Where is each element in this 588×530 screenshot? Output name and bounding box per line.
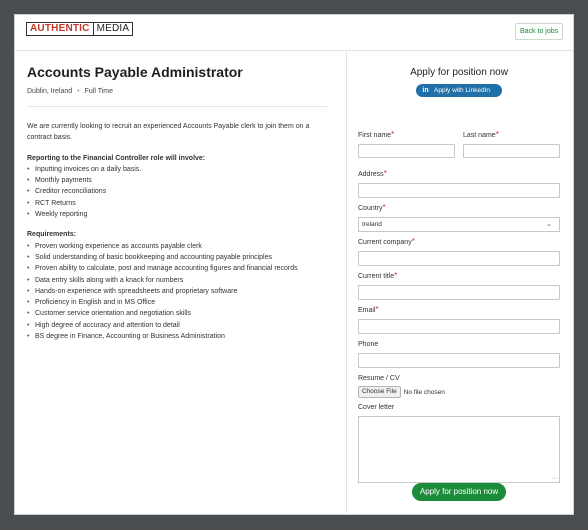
linkedin-button-label: Apply with LinkedIn xyxy=(434,87,491,94)
required-mark: * xyxy=(391,130,395,139)
last-name-group: Last name* xyxy=(463,130,560,158)
back-to-jobs-button[interactable]: Back to jobs xyxy=(515,23,564,40)
meta-separator: • xyxy=(77,88,80,95)
divider-line xyxy=(27,106,327,107)
choose-file-button[interactable]: Choose File xyxy=(358,386,401,398)
list-item: BS degree in Finance, Accounting or Busi… xyxy=(27,331,327,343)
required-mark: * xyxy=(382,203,386,212)
list-item: Data entry skills along with a knack for… xyxy=(27,275,327,287)
list-item: Inputting invoices on a daily basis. xyxy=(27,164,327,176)
apply-submit-button[interactable]: Apply for position now xyxy=(412,483,506,501)
job-description: Accounts Payable Administrator Dublin, I… xyxy=(27,63,327,343)
logo-part-media: MEDIA xyxy=(92,23,133,35)
current-title-label: Current title xyxy=(358,273,395,280)
requirements-heading: Requirements: xyxy=(27,231,77,239)
site-header: AUTHENTIC MEDIA Back to jobs xyxy=(15,15,573,51)
country-selected-value: Ireland xyxy=(362,221,382,228)
list-item: RCT Returns xyxy=(27,198,327,210)
list-item: High degree of accuracy and attention to… xyxy=(27,320,327,332)
first-name-input[interactable] xyxy=(358,144,455,158)
linkedin-icon: in xyxy=(422,87,429,94)
cover-letter-textarea[interactable]: ⋯ xyxy=(358,416,560,483)
requirements-list: Proven working experience as accounts pa… xyxy=(27,241,327,343)
page-frame: AUTHENTIC MEDIA Back to jobs Accounts Pa… xyxy=(14,14,574,515)
job-location: Dublin, Ireland xyxy=(27,88,73,95)
required-mark: * xyxy=(495,130,499,139)
apply-with-linkedin-button[interactable]: in Apply with LinkedIn xyxy=(416,84,502,97)
duties-list: Inputting invoices on a daily basis. Mon… xyxy=(27,164,327,221)
job-meta: Dublin, Ireland • Full Time xyxy=(27,87,327,96)
required-mark: * xyxy=(375,305,379,314)
no-file-chosen-text: No file chosen xyxy=(403,388,445,396)
resume-file-picker: Choose File No file chosen xyxy=(358,386,560,398)
country-select[interactable]: Ireland ⌄ xyxy=(358,217,560,232)
current-title-input[interactable] xyxy=(358,285,560,300)
list-item: Hands-on experience with spreadsheets an… xyxy=(27,286,327,298)
last-name-input[interactable] xyxy=(463,144,560,158)
first-name-group: First name* xyxy=(358,130,455,158)
cover-letter-group: Cover letter ⋯ xyxy=(358,403,560,483)
list-item: Proven ability to calculate, post and ma… xyxy=(27,263,327,275)
list-item: Customer service orientation and negotia… xyxy=(27,308,327,320)
job-type: Full Time xyxy=(84,88,113,95)
last-name-label: Last name xyxy=(463,132,496,139)
resume-label: Resume / CV xyxy=(358,375,400,382)
country-group: Country* Ireland ⌄ xyxy=(358,203,560,232)
email-label: Email xyxy=(358,307,376,314)
current-title-group: Current title* xyxy=(358,271,560,300)
cover-letter-label: Cover letter xyxy=(358,404,395,411)
job-intro: We are currently looking to recruit an e… xyxy=(27,123,310,142)
required-mark: * xyxy=(383,169,387,178)
first-name-label: First name xyxy=(358,132,392,139)
phone-label: Phone xyxy=(358,341,379,348)
required-mark: * xyxy=(411,237,415,246)
required-mark: * xyxy=(394,271,398,280)
address-group: Address* xyxy=(358,169,560,198)
form-title: Apply for position now xyxy=(410,67,508,78)
list-item: Creditor reconciliations xyxy=(27,186,327,198)
address-label: Address xyxy=(358,171,384,178)
current-company-group: Current company* xyxy=(358,237,560,266)
phone-input[interactable] xyxy=(358,353,560,368)
email-group: Email* xyxy=(358,305,560,334)
application-form: Apply for position now in Apply with Lin… xyxy=(358,63,560,483)
phone-group: Phone xyxy=(358,340,560,368)
current-company-label: Current company xyxy=(358,239,412,246)
logo-part-authentic: AUTHENTIC xyxy=(27,23,93,35)
email-input[interactable] xyxy=(358,319,560,334)
resume-group: Resume / CV Choose File No file chosen xyxy=(358,374,560,398)
country-label: Country xyxy=(358,205,383,212)
column-divider xyxy=(346,50,347,515)
chevron-down-icon: ⌄ xyxy=(546,221,552,228)
address-input[interactable] xyxy=(358,183,560,198)
list-item: Weekly reporting xyxy=(27,209,327,221)
job-title: Accounts Payable Administrator xyxy=(27,64,243,80)
list-item: Solid understanding of basic bookkeeping… xyxy=(27,252,327,264)
company-logo[interactable]: AUTHENTIC MEDIA xyxy=(26,22,134,36)
list-item: Monthly payments xyxy=(27,175,327,187)
reporting-heading: Reporting to the Financial Controller ro… xyxy=(27,154,206,162)
list-item: Proven working experience as accounts pa… xyxy=(27,241,327,253)
resize-handle-icon[interactable]: ⋯ xyxy=(552,475,558,482)
list-item: Proficiency in English and in MS Office xyxy=(27,297,327,309)
current-company-input[interactable] xyxy=(358,251,560,266)
